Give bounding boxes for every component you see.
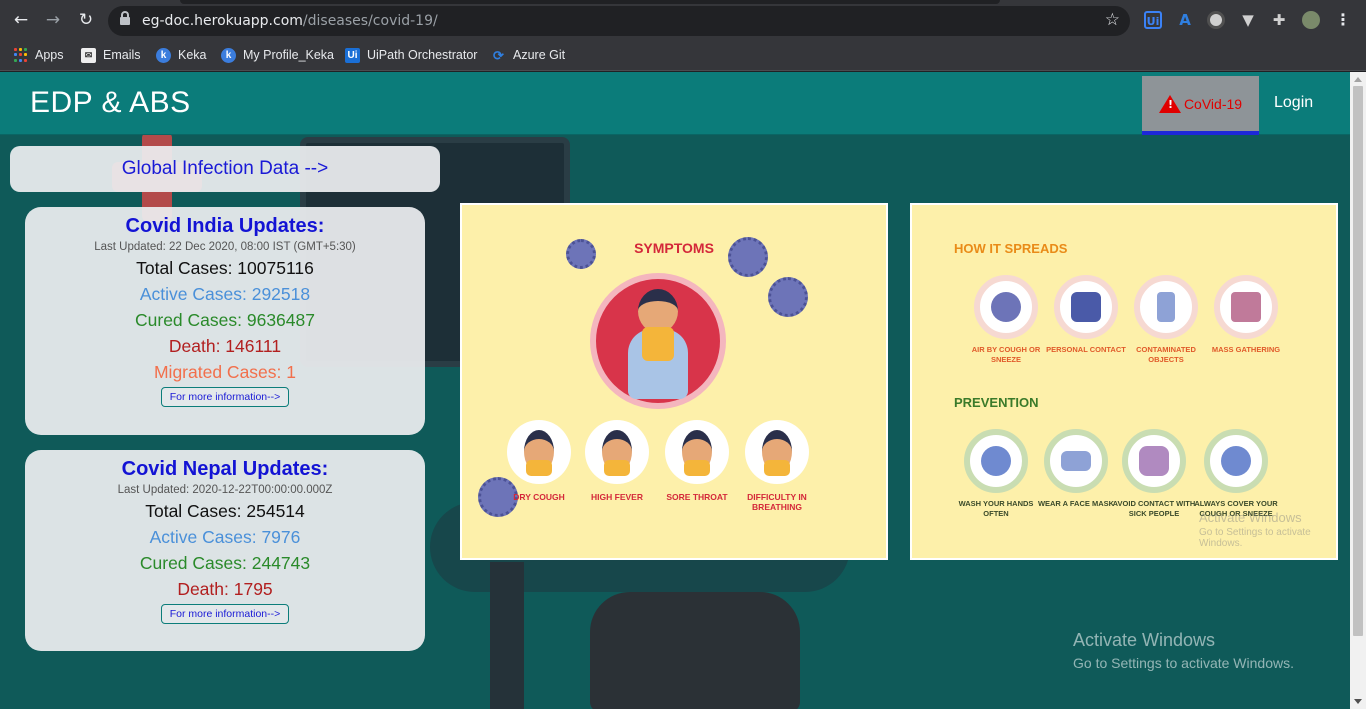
reload-icon[interactable]: ↻ (76, 10, 96, 30)
url-text: eg-doc.herokuapp.com/diseases/covid-19/ (142, 13, 438, 29)
nepal-last-updated: Last Updated: 2020-12-22T00:00:00.000Z (117, 484, 333, 496)
back-icon[interactable]: ← (11, 10, 31, 30)
sore-throat-face-icon (665, 420, 729, 484)
bookmark-keka[interactable]: k Keka (156, 45, 207, 65)
hand-wash-icon (964, 429, 1028, 493)
breathing-face-icon (745, 420, 809, 484)
keka-icon: k (221, 47, 236, 63)
india-total-cases: Total Cases: 10075116 (136, 258, 314, 278)
cough-face-icon (507, 420, 571, 484)
cover-cough-icon (1204, 429, 1268, 493)
uipath-extension-icon[interactable]: Ui (1144, 11, 1162, 29)
activate-windows-ghost-watermark: Activate Windows Go to Settings to activ… (1199, 510, 1311, 549)
symptoms-title: SYMPTOMS (634, 240, 714, 256)
bookmark-emails[interactable]: ✉ Emails (81, 45, 141, 65)
symptom-dry-cough: DRY COUGH (504, 420, 574, 502)
stand-illustration (490, 562, 524, 709)
spread-contact: PERSONAL CONTACT (1044, 275, 1128, 355)
record-extension-icon[interactable] (1207, 11, 1225, 29)
fever-face-icon (585, 420, 649, 484)
prevention-cover-cough: ALWAYS COVER YOUR COUGH OR SNEEZE (1194, 429, 1278, 518)
spread-prevention-infographic: HOW IT SPREADS AIR BY COUGH OR SNEEZE PE… (910, 203, 1338, 560)
bookmarks-bar: Apps ✉ Emails k Keka k My Profile_Keka U… (0, 40, 1366, 71)
page-scrollbar[interactable] (1350, 72, 1366, 709)
profile-avatar[interactable] (1302, 11, 1320, 29)
symptom-breathing: DIFFICULTY IN BREATHING (742, 420, 812, 512)
menu-kebab-icon[interactable]: ⋮ (1334, 11, 1352, 29)
keka-icon: k (156, 47, 171, 63)
virus-icon (566, 239, 596, 269)
activate-windows-watermark: Activate Windows Go to Settings to activ… (1073, 630, 1294, 671)
chair-illustration (590, 592, 800, 709)
global-infection-button[interactable]: Global Infection Data --> (10, 146, 440, 192)
symptoms-infographic: SYMPTOMS DRY COUGH HIGH FEVER SORE THROA… (460, 203, 888, 560)
bookmark-apps[interactable]: Apps (14, 45, 64, 65)
india-death-count: Death: 146111 (168, 336, 282, 356)
india-updates-card: Covid India Updates: Last Updated: 22 De… (25, 207, 425, 435)
india-active-cases: Active Cases: 292518 (139, 284, 311, 304)
nav-login-link[interactable]: Login (1274, 94, 1313, 112)
nepal-card-title: Covid Nepal Updates: (121, 458, 329, 480)
spread-air: AIR BY COUGH OR SNEEZE (964, 275, 1048, 364)
virus-icon (768, 277, 808, 317)
uipath-icon: Ui (345, 47, 360, 63)
mail-icon: ✉ (81, 47, 96, 63)
tab-strip (180, 0, 1000, 4)
symptom-high-fever: HIGH FEVER (582, 420, 652, 502)
extensions-puzzle-icon[interactable]: ✚ (1270, 11, 1288, 29)
handshake-icon (1054, 275, 1118, 339)
crowd-icon (1214, 275, 1278, 339)
nepal-death-count: Death: 1795 (177, 579, 273, 599)
nepal-total-cases: Total Cases: 254514 (145, 501, 305, 521)
page-viewport: EDP & ABS ! CoVid-19 Login Global Infect… (0, 72, 1350, 709)
forward-icon[interactable]: → (43, 10, 63, 30)
cough-cloud-icon (974, 275, 1038, 339)
site-brand[interactable]: EDP & ABS (30, 86, 191, 120)
prevention-avoid-contact: AVOID CONTACT WITH SICK PEOPLE (1112, 429, 1196, 518)
prevention-wash-hands: WASH YOUR HANDS OFTEN (954, 429, 1038, 518)
spread-gathering: MASS GATHERING (1204, 275, 1288, 355)
vue-extension-icon[interactable]: ▼ (1239, 11, 1257, 29)
india-last-updated: Last Updated: 22 Dec 2020, 08:00 IST (GM… (94, 241, 356, 253)
india-more-info-button[interactable]: For more information--> (160, 387, 290, 407)
lock-icon (120, 11, 130, 26)
nav-covid-label: CoVid-19 (1183, 95, 1243, 112)
sick-person-illustration (590, 273, 726, 409)
india-migrated-cases: Migrated Cases: 1 (153, 362, 296, 382)
spread-objects: CONTAMINATED OBJECTS (1124, 275, 1208, 364)
india-card-title: Covid India Updates: (125, 215, 325, 237)
scroll-down-arrow-icon[interactable] (1354, 699, 1362, 704)
nav-covid-link[interactable]: ! CoVid-19 (1142, 76, 1259, 135)
activate-windows-title: Activate Windows (1073, 630, 1216, 650)
nepal-updates-card: Covid Nepal Updates: Last Updated: 2020-… (25, 450, 425, 651)
symptom-sore-throat: SORE THROAT (662, 420, 732, 502)
scrollbar-thumb[interactable] (1353, 86, 1363, 636)
bookmark-star-icon[interactable]: ☆ (1105, 10, 1120, 30)
site-navbar: EDP & ABS ! CoVid-19 Login (0, 72, 1350, 135)
prevention-title: PREVENTION (954, 395, 1039, 410)
address-bar[interactable]: eg-doc.herokuapp.com/diseases/covid-19/ … (108, 6, 1130, 36)
nepal-active-cases: Active Cases: 7976 (149, 527, 301, 547)
virus-icon (728, 237, 768, 277)
nepal-cured-cases: Cured Cases: 244743 (139, 553, 311, 573)
sick-person-figure (628, 289, 688, 399)
india-cured-cases: Cured Cases: 9636487 (135, 310, 315, 330)
activate-windows-subtitle: Go to Settings to activate Windows. (1073, 655, 1294, 671)
spread-title: HOW IT SPREADS (954, 241, 1068, 256)
face-mask-icon (1044, 429, 1108, 493)
apps-grid-icon (14, 48, 28, 62)
azure-extension-icon[interactable]: A (1176, 11, 1194, 29)
bookmark-uipath-orchestrator[interactable]: Ui UiPath Orchestrator (345, 45, 477, 65)
nepal-more-info-button[interactable]: For more information--> (160, 604, 290, 624)
bookmark-my-profile-keka[interactable]: k My Profile_Keka (221, 45, 334, 65)
bottle-icon (1134, 275, 1198, 339)
bookmark-azure-git[interactable]: ⟳ Azure Git (491, 45, 565, 65)
browser-toolbar: ← → ↻ eg-doc.herokuapp.com/diseases/covi… (0, 0, 1366, 40)
prevention-face-mask: WEAR A FACE MASK (1034, 429, 1118, 509)
global-infection-label: Global Infection Data --> (121, 158, 329, 179)
warning-icon: ! (1158, 94, 1181, 113)
azure-devops-icon: ⟳ (493, 47, 504, 63)
scroll-up-arrow-icon[interactable] (1354, 77, 1362, 82)
sick-person-icon (1122, 429, 1186, 493)
